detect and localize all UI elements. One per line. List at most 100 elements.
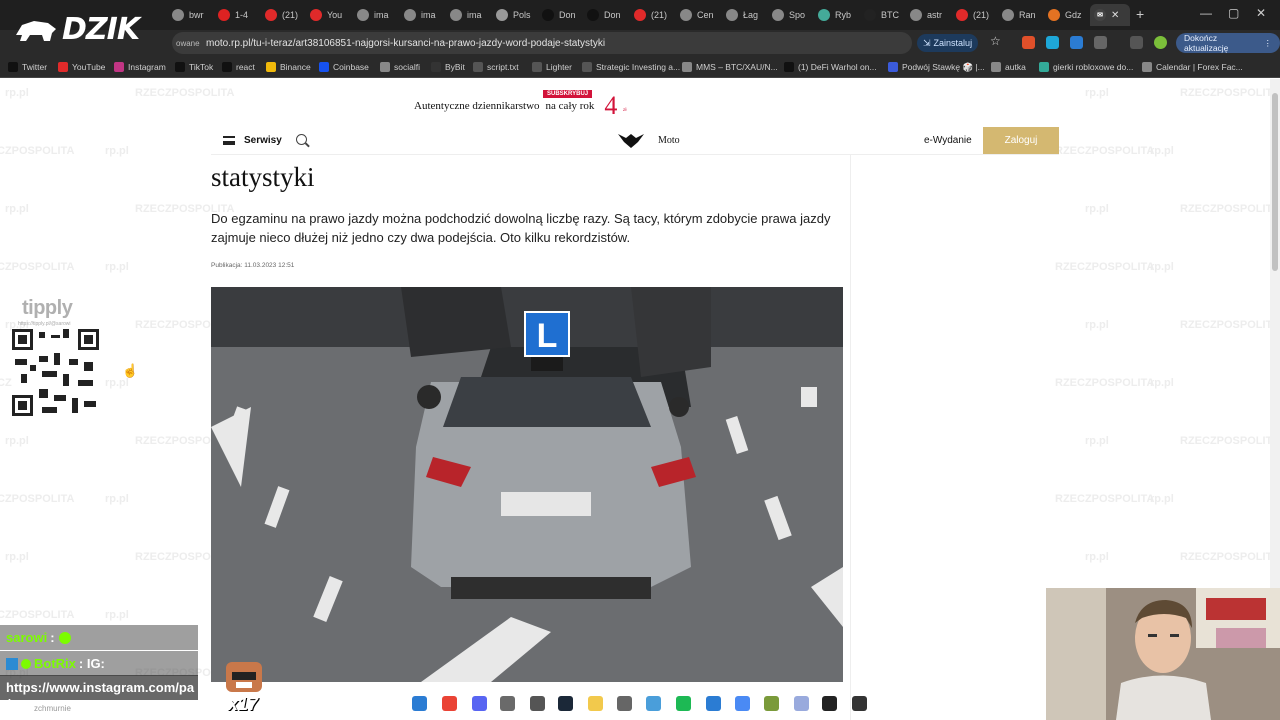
new-tab-icon[interactable]: + [1136,6,1144,22]
hamburger-menu-icon[interactable] [223,136,235,145]
bookmark-label: autka [1005,62,1026,72]
browser-tab[interactable]: (21) [956,4,998,26]
extensions-puzzle-icon[interactable] [1094,36,1107,49]
tab-search-icon[interactable] [1130,36,1143,49]
app-icon[interactable] [735,696,750,711]
login-button[interactable]: Zaloguj [983,127,1059,154]
bookmark-item[interactable]: MMS – BTC/XAU/N... [682,59,778,75]
update-button[interactable]: Dokończ aktualizację ⋮ [1176,33,1280,53]
l-sign-letter: L [537,317,558,355]
browser-tab[interactable]: ima [450,4,492,26]
bookmark-item[interactable]: YouTube [58,59,105,75]
close-window-icon[interactable]: ✕ [1256,6,1266,20]
browser-tab[interactable]: Don [542,4,584,26]
bookmark-item[interactable]: Coinbase [319,59,369,75]
browser-tab[interactable]: astr [910,4,952,26]
bookmark-item[interactable]: gierki robloxowe do... [1039,59,1133,75]
bookmark-label: (1) DeFi Warhol on... [798,62,877,72]
browser-tab[interactable]: (21) [265,4,307,26]
notepad-icon[interactable] [794,696,809,711]
bookmark-item[interactable]: socialfi [380,59,420,75]
app-icon[interactable] [706,696,721,711]
terminal-icon[interactable] [852,696,867,711]
browser-tab[interactable]: Ryb [818,4,860,26]
app-icon[interactable] [822,696,837,711]
article-headline: statystyki [211,162,315,192]
subscribe-banner[interactable]: Autentyczne dziennikarstwo SUBSKRYBUJ na… [414,90,627,121]
background-watermark: rp.pl [5,87,29,99]
browser-tab[interactable]: BTC [864,4,906,26]
bookmark-item[interactable]: Strategic Investing a... [582,59,680,75]
profile-avatar-icon[interactable] [1154,36,1167,49]
extension-icon[interactable] [1046,36,1059,49]
bookmark-item[interactable]: Twitter [8,59,47,75]
stream-logo: DZIK [14,12,140,47]
browser-tab[interactable]: Gdz [1048,4,1090,26]
install-button[interactable]: ⇲ Zainstaluj [917,34,979,52]
bookmark-item[interactable]: Calendar | Forex Fac... [1142,59,1243,75]
browser-tab[interactable]: Cen [680,4,722,26]
bookmark-item[interactable]: Lighter [532,59,572,75]
discord-icon[interactable] [472,696,487,711]
bookmark-favicon-icon [682,62,692,72]
browser-tab[interactable]: Don [587,4,629,26]
browser-tab[interactable]: (21) [634,4,676,26]
url-text[interactable]: moto.rp.pl/tu-i-teraz/art38106851-najgor… [206,38,605,49]
extension-icon[interactable] [1070,36,1083,49]
browser-tab[interactable]: Łag [726,4,768,26]
background-watermark: rp.pl [105,261,129,273]
app-icon[interactable] [764,696,779,711]
tab-favicon-icon [496,9,508,21]
bookmark-item[interactable]: script.txt [473,59,519,75]
bookmark-item[interactable]: react [222,59,255,75]
minimize-icon[interactable]: — [1200,6,1212,20]
browser-tab[interactable]: You [310,4,352,26]
bookmark-item[interactable]: autka [991,59,1026,75]
serwisy-menu[interactable]: Serwisy [244,135,282,146]
background-watermark: rp.pl [105,609,129,621]
maximize-icon[interactable]: ▢ [1228,6,1239,20]
tab-favicon-icon [818,9,830,21]
bookmark-item[interactable]: (1) DeFi Warhol on... [784,59,877,75]
browser-tab[interactable]: bwr [172,4,214,26]
subscribe-badge[interactable]: SUBSKRYBUJ [543,90,593,98]
taskmanager-icon[interactable] [500,696,515,711]
tab-favicon-icon [1048,9,1060,21]
search-icon[interactable] [296,134,307,145]
app-icon[interactable] [646,696,661,711]
app-icon[interactable] [617,696,632,711]
bookmark-item[interactable]: TikTok [175,59,213,75]
browser-tab[interactable]: Pols [496,4,538,26]
browser-tab[interactable]: Spo [772,4,814,26]
settings-icon[interactable] [530,696,545,711]
eagle-logo-icon[interactable] [618,132,644,148]
browser-tab[interactable]: ima [357,4,399,26]
bookmark-item[interactable]: Instagram [114,59,166,75]
bookmark-item[interactable]: Binance [266,59,311,75]
browser-tab[interactable]: 1-4 [218,4,260,26]
tab-active[interactable]: ✉ ✕ [1090,4,1130,26]
extension-icon[interactable] [1022,36,1035,49]
browser-tab[interactable]: ima [404,4,446,26]
bookmark-item[interactable]: Podwój Stawkę 🎲 |... [888,59,985,75]
tab-favicon-icon [680,9,692,21]
file-explorer-icon[interactable] [588,696,603,711]
browser-tab[interactable]: Ran [1002,4,1044,26]
bookmark-item[interactable]: ByBit [431,59,465,75]
chrome-icon[interactable] [442,696,457,711]
scrollbar-thumb[interactable] [1272,93,1278,271]
chat-user: BotRix [34,656,76,671]
steam-icon[interactable] [558,696,573,711]
bookmark-favicon-icon [266,62,276,72]
background-watermark: RZECZPOSPOLITA [1180,87,1270,99]
close-tab-icon[interactable]: ✕ [1111,10,1119,21]
tab-title: Gdz [1065,10,1082,20]
spotify-icon[interactable] [676,696,691,711]
section-name[interactable]: Moto [658,135,680,146]
windows-start-icon[interactable] [412,696,427,711]
bookmark-star-icon[interactable]: ☆ [990,34,1001,48]
omnibox[interactable]: owane moto.rp.pl/tu-i-teraz/art38106851-… [172,32,912,54]
e-wydanie-link[interactable]: e-Wydanie [924,135,972,146]
promo-number: 4 [604,91,618,120]
tab-title: Cen [697,10,714,20]
